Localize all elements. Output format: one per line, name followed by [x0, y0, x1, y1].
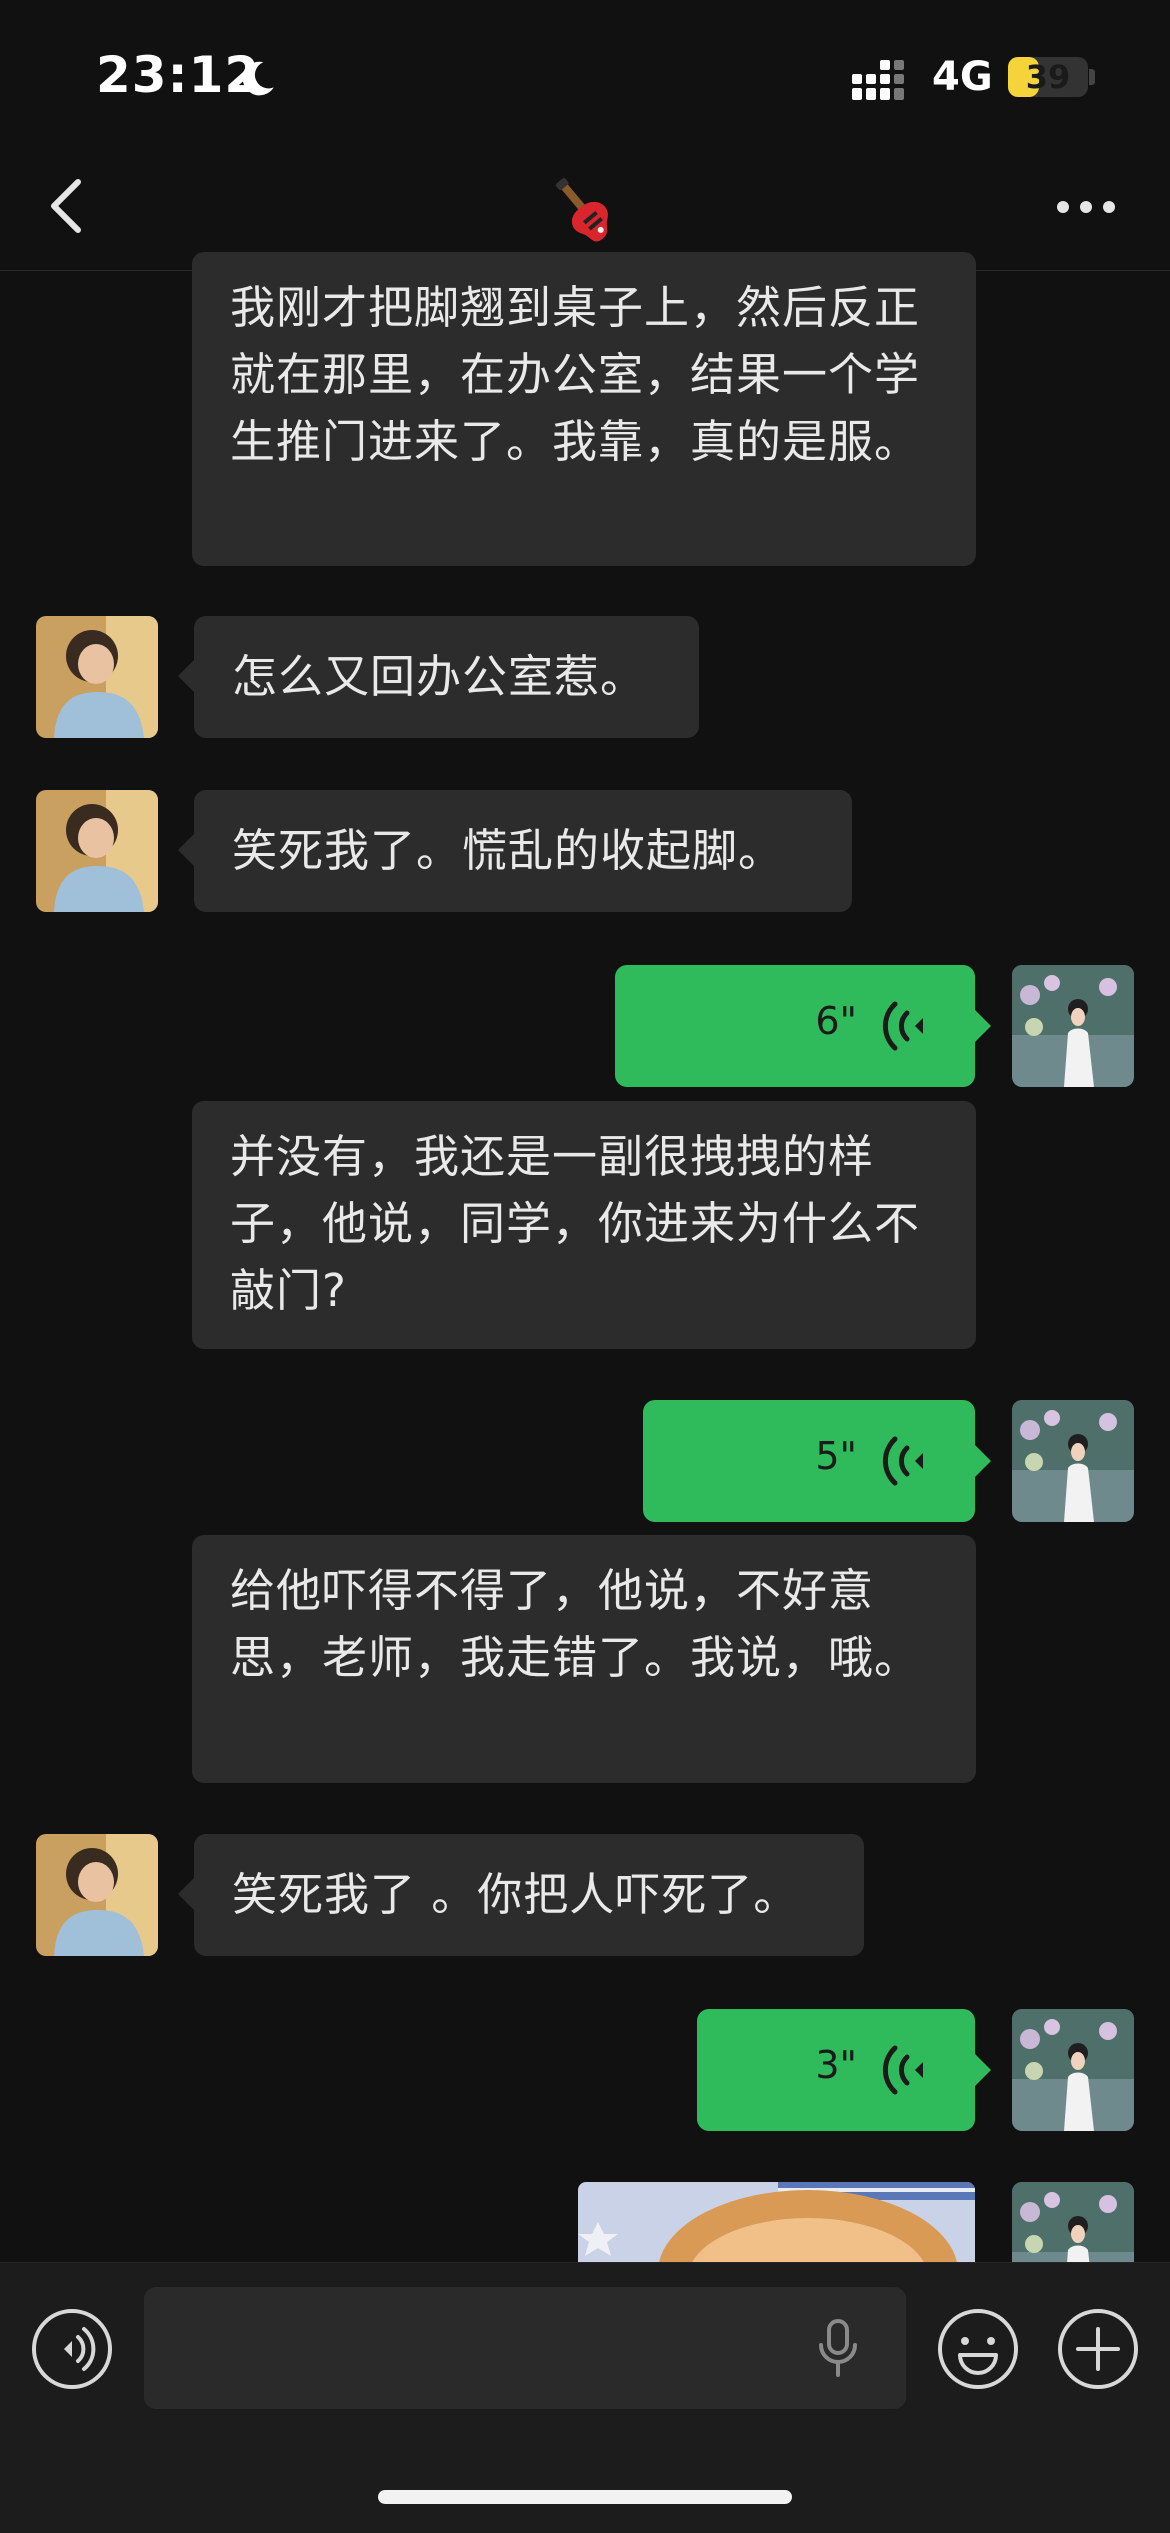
- signal-icon: [852, 60, 904, 100]
- moon-icon: [242, 61, 274, 96]
- avatar-self[interactable]: [1012, 965, 1134, 1087]
- voice-message[interactable]: 3": [697, 2009, 991, 2131]
- electric-guitar-emoji: [555, 177, 608, 242]
- microphone-icon[interactable]: [816, 2319, 860, 2379]
- message-text: 笑死我了 。你把人吓死了。: [232, 1868, 800, 1921]
- message-bubble-left[interactable]: 笑死我了 。你把人吓死了。: [178, 1834, 864, 1956]
- self-avatar-image: [1012, 2182, 1134, 2272]
- emoji-icon[interactable]: [936, 2307, 1020, 2391]
- message-text: 怎么又回办公室惹。: [232, 650, 647, 703]
- avatar-contact[interactable]: [36, 1834, 158, 1956]
- message-bubble-left[interactable]: 我刚才把脚翘到桌子上，然后反正就在那里，在办公室，结果一个学生推门进来了。我靠，…: [192, 252, 976, 566]
- message-bubble-left[interactable]: 笑死我了。慌乱的收起脚。: [178, 790, 852, 912]
- avatar-self[interactable]: [1012, 1400, 1134, 1522]
- message-text: 我刚才把脚翘到桌子上，然后反正就在那里，在办公室，结果一个学生推门进来了。我靠，…: [230, 281, 921, 468]
- voice-wave-icon: [882, 2045, 923, 2095]
- voice-message[interactable]: 6": [615, 965, 991, 1087]
- self-avatar-image: [1012, 965, 1134, 1087]
- voice-duration: 3": [815, 2043, 857, 2087]
- voice-wave-icon: [882, 1001, 923, 1051]
- message-text: 并没有，我还是一副很拽拽的样子，他说，同学，你进来为什么不敲门?: [230, 1130, 921, 1317]
- message-input[interactable]: [144, 2287, 906, 2409]
- message-text: 笑死我了。慌乱的收起脚。: [232, 824, 785, 877]
- voice-duration: 6": [815, 999, 857, 1043]
- cat-photo-image: [578, 2182, 975, 2272]
- message-bubble-left[interactable]: 给他吓得不得了，他说，不好意思，老师，我走错了。我说，哦。: [192, 1535, 976, 1783]
- contact-avatar-image: [36, 1834, 158, 1956]
- voice-wave-icon: [882, 1436, 923, 1486]
- network-type: 4G: [932, 54, 993, 100]
- avatar-contact[interactable]: [36, 790, 158, 912]
- image-message[interactable]: [578, 2182, 975, 2272]
- plus-icon[interactable]: [1056, 2307, 1140, 2391]
- avatar-self[interactable]: [1012, 2009, 1134, 2131]
- message-bubble-left[interactable]: 并没有，我还是一副很拽拽的样子，他说，同学，你进来为什么不敲门?: [192, 1101, 976, 1349]
- self-avatar-image: [1012, 2009, 1134, 2131]
- more-dots-icon[interactable]: [1056, 200, 1116, 214]
- battery-indicator: 39: [1008, 57, 1088, 97]
- battery-percent: 39: [1025, 58, 1071, 96]
- voice-mode-icon[interactable]: [30, 2307, 114, 2391]
- contact-avatar-image: [36, 616, 158, 738]
- contact-avatar-image: [36, 790, 158, 912]
- voice-duration: 5": [815, 1434, 857, 1478]
- battery-tip: [1089, 69, 1095, 85]
- home-indicator: [378, 2490, 792, 2504]
- self-avatar-image: [1012, 1400, 1134, 1522]
- avatar-contact[interactable]: [36, 616, 158, 738]
- voice-message[interactable]: 5": [643, 1400, 991, 1522]
- avatar-self[interactable]: [1012, 2182, 1134, 2272]
- chevron-left-icon[interactable]: [44, 176, 88, 236]
- message-text: 给他吓得不得了，他说，不好意思，老师，我走错了。我说，哦。: [230, 1564, 921, 1684]
- message-bubble-left[interactable]: 怎么又回办公室惹。: [178, 616, 699, 738]
